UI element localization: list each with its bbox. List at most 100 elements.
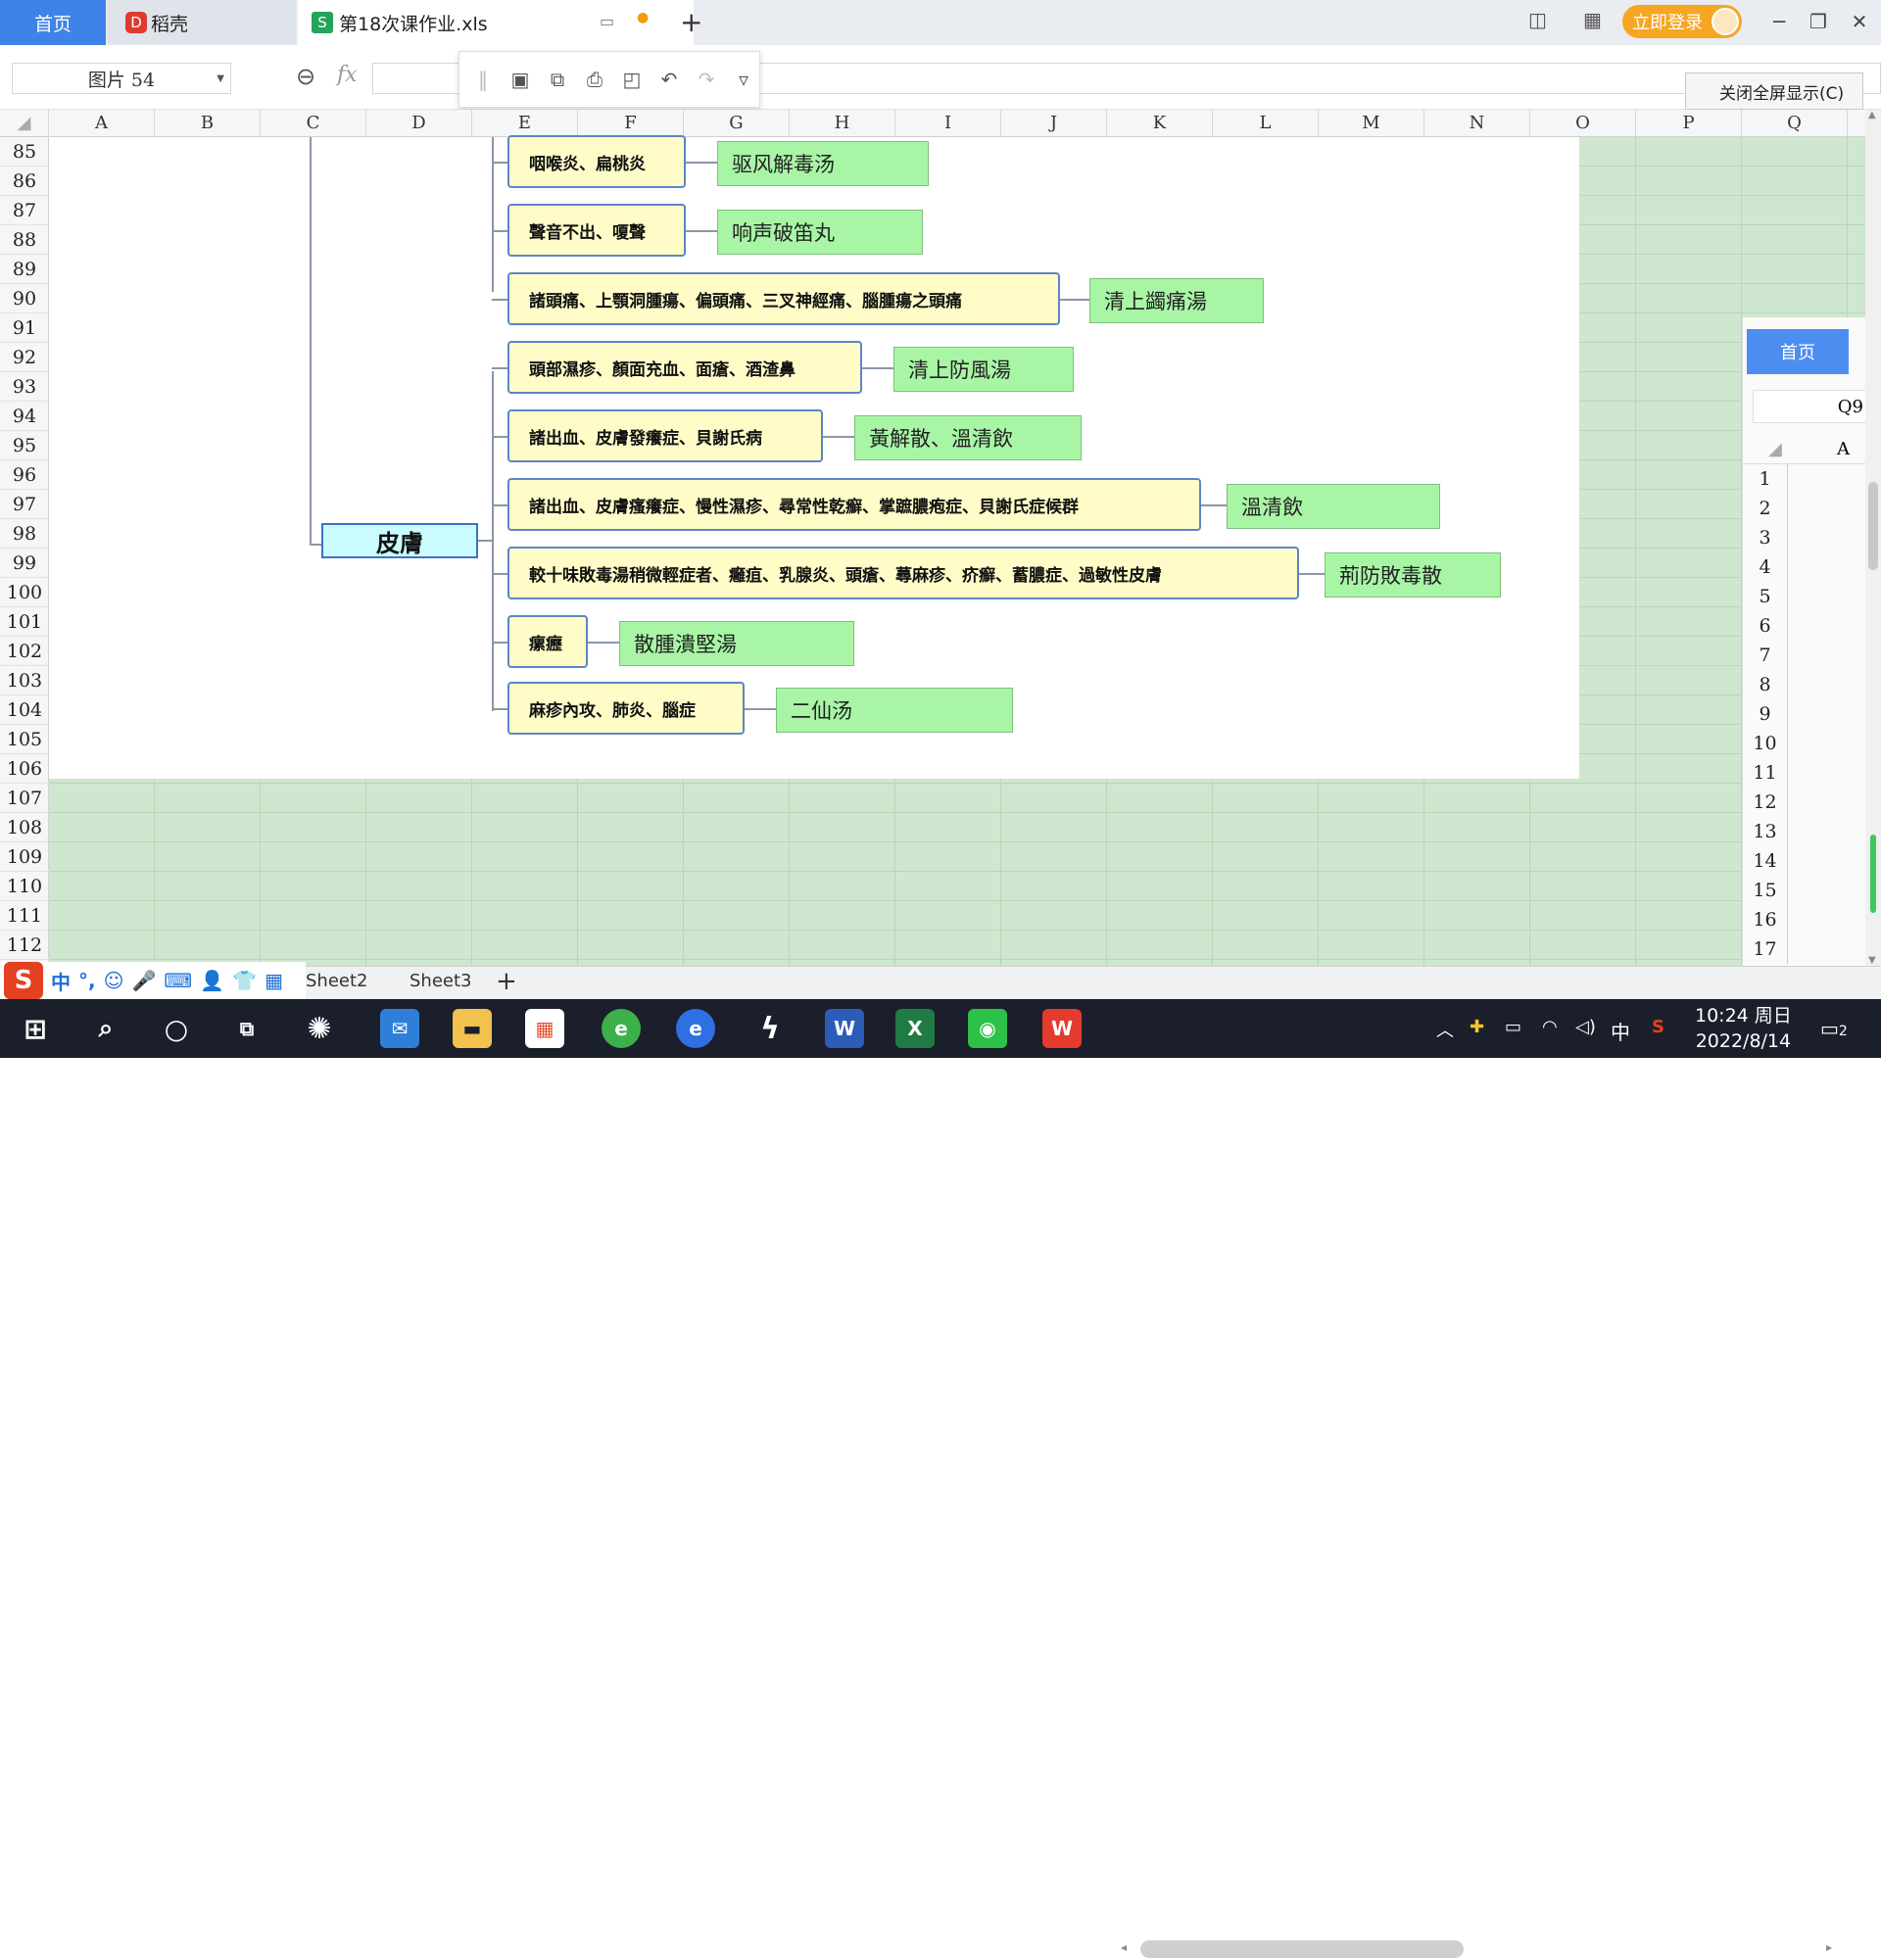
column-header[interactable]: J [1001,110,1107,137]
sheet-tab-3[interactable]: Sheet3 [410,971,472,991]
column-header[interactable]: G [684,110,790,137]
input-language[interactable]: 中 [1611,1017,1630,1045]
ime-mode-zh[interactable]: 中 [51,967,71,995]
excel-icon[interactable]: X [895,1009,935,1048]
word-icon[interactable]: W [825,1009,864,1048]
sogou-ime-logo[interactable]: S [4,962,43,999]
row-header[interactable]: 100 [0,578,49,607]
side-pane-row-header[interactable]: 12 [1743,788,1788,817]
mindmap-picture[interactable]: 皮膚 咽喉炎、扁桃炎 驱风解毒汤 聲音不出、嗄聲 响声破笛丸 諸頭痛、上顎洞腫瘍、偏頭痛… [49,135,1579,779]
scroll-right-icon[interactable]: ▸ [1826,1940,1832,1954]
windows-start-icon[interactable]: ⊞ [16,1009,55,1048]
wechat-icon[interactable]: ◉ [968,1009,1007,1048]
row-header[interactable]: 112 [0,931,49,960]
cortana-icon[interactable]: ○ [157,1009,196,1048]
row-header[interactable]: 105 [0,725,49,754]
user-icon[interactable]: 👤 [200,969,224,992]
column-header[interactable]: I [895,110,1001,137]
column-header[interactable]: F [578,110,684,137]
wps-icon[interactable]: W [1042,1009,1082,1048]
row-header[interactable]: 90 [0,284,49,313]
tab-daoke[interactable]: D 稻壳 [108,0,296,45]
column-header[interactable]: P [1636,110,1742,137]
task-view-icon[interactable]: ⧉ [227,1009,266,1048]
monitor-icon[interactable]: ▭ [600,12,614,30]
column-header[interactable]: C [261,110,366,137]
row-header[interactable]: 88 [0,225,49,255]
column-header[interactable]: K [1107,110,1213,137]
name-box[interactable]: 图片 54 ▼ [12,63,231,94]
side-pane-row-header[interactable]: 11 [1743,758,1788,788]
row-header[interactable]: 109 [0,842,49,872]
scroll-down-icon[interactable]: ▼ [1868,955,1876,966]
clock[interactable]: 10:24 周日 2022/8/14 [1695,1003,1792,1054]
column-header[interactable]: D [366,110,472,137]
row-header[interactable]: 95 [0,431,49,460]
row-header[interactable]: 111 [0,901,49,931]
horizontal-scroll-thumb[interactable] [1140,1940,1464,1958]
row-header[interactable]: 107 [0,784,49,813]
row-header[interactable]: 108 [0,813,49,842]
store-icon[interactable]: ▦ [525,1009,564,1048]
zoom-icon[interactable]: ⊖ [296,63,315,90]
close-icon[interactable]: ✕ [1840,6,1879,37]
column-header[interactable]: Q [1742,110,1848,137]
vertical-scrollbar[interactable]: ▲ ▼ [1865,110,1881,966]
scroll-thumb[interactable] [1868,482,1878,570]
row-header[interactable]: 98 [0,519,49,549]
side-pane-row-header[interactable]: 16 [1743,905,1788,934]
column-header[interactable]: B [155,110,261,137]
pinwheel-app-icon[interactable]: ✺ [300,1009,339,1048]
side-pane-row-header[interactable]: 7 [1743,641,1788,670]
browser-icon[interactable]: e [602,1009,641,1048]
redo-icon[interactable]: ↷ [691,64,722,95]
wifi-icon[interactable]: ◠ [1542,1017,1558,1037]
edge-icon[interactable]: e [676,1009,715,1048]
sheet-tab-2[interactable]: Sheet2 [306,971,368,991]
row-header[interactable]: 92 [0,343,49,372]
row-header[interactable]: 85 [0,137,49,167]
scroll-up-icon[interactable]: ▲ [1868,110,1876,120]
side-pane-row-header[interactable]: 1 [1743,464,1788,494]
login-button[interactable]: 立即登录 [1622,5,1742,38]
row-header[interactable]: 89 [0,255,49,284]
tray-app-icon[interactable]: ✚ [1470,1017,1484,1037]
side-pane-home-tab[interactable]: 首页 [1747,329,1849,374]
side-pane-row-header[interactable]: 8 [1743,670,1788,699]
horizontal-scrollbar[interactable]: ◂ ▸ [1097,1938,1832,1960]
row-header[interactable]: 97 [0,490,49,519]
search-icon[interactable]: ⌕ [86,1009,125,1048]
tab-file[interactable]: S 第18次课作业.xls ▭ ● [298,0,694,45]
punctuation-icon[interactable]: °, [78,969,96,992]
side-pane-row-header[interactable]: 15 [1743,876,1788,905]
row-header[interactable]: 106 [0,754,49,784]
skin-icon[interactable]: 👕 [232,969,257,992]
row-header[interactable]: 96 [0,460,49,490]
side-pane-row-header[interactable]: 13 [1743,817,1788,846]
notification-icon[interactable]: ▭2 [1820,1017,1848,1040]
add-sheet-button[interactable]: + [496,967,517,996]
column-header[interactable]: A [49,110,155,137]
side-pane-cell-ref[interactable]: Q9 [1753,390,1866,423]
side-pane-row-header[interactable]: 14 [1743,846,1788,876]
row-header[interactable]: 91 [0,313,49,343]
row-header[interactable]: 99 [0,549,49,578]
row-header[interactable]: 86 [0,167,49,196]
exit-fullscreen-button[interactable]: 关闭全屏显示(C) [1685,72,1863,110]
row-header[interactable]: 101 [0,607,49,637]
column-header[interactable]: E [472,110,578,137]
side-pane-row-header[interactable]: 17 [1743,934,1788,964]
toolbox-icon[interactable]: ▦ [265,969,283,992]
side-pane-row-header[interactable]: 3 [1743,523,1788,552]
new-tab-button[interactable]: + [680,6,702,38]
side-pane-row-header[interactable]: 10 [1743,729,1788,758]
more-icon[interactable]: ▿ [728,64,759,95]
microphone-icon[interactable]: 🎤 [131,969,156,992]
row-header[interactable]: 87 [0,196,49,225]
sogou-tray-icon[interactable]: S [1652,1017,1664,1037]
column-header[interactable]: M [1319,110,1424,137]
restore-icon[interactable]: ❐ [1799,6,1838,37]
column-header[interactable]: H [790,110,895,137]
keyboard-icon[interactable]: ⌨ [164,969,192,992]
layout-icon[interactable]: ◫ [1528,8,1547,31]
